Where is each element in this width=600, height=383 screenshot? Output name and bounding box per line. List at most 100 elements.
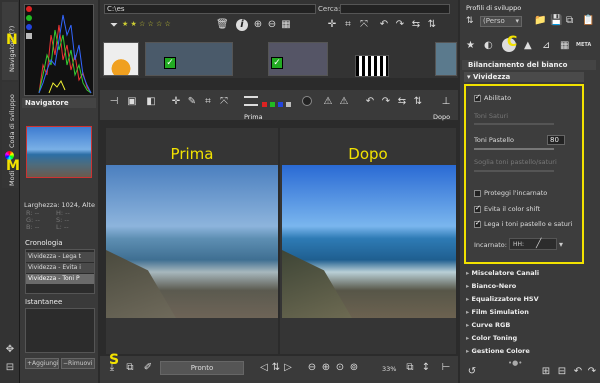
red-channel-icon[interactable] [26,6,32,12]
blue-channel-icon[interactable] [26,24,32,30]
star-tab-icon[interactable]: ★ [466,40,475,51]
qr-thumbnail[interactable] [355,55,389,77]
gray-dot-icon[interactable] [286,102,291,107]
history-item-3[interactable]: Vividezza - Toni P [26,274,94,284]
thumbnail-2[interactable]: ✓ [145,42,233,76]
link-checkbox[interactable] [474,219,481,228]
hand-tool-icon[interactable]: ✛ [170,96,182,108]
detail-tab-icon[interactable]: ▲ [524,40,532,51]
zoom-out-status-icon[interactable]: ⊖ [306,362,318,374]
open-folder-icon[interactable]: 📁 [534,15,546,26]
history-item-2[interactable]: Vividezza - Evita i [26,263,94,273]
avoid-checkbox[interactable] [474,204,481,213]
queue-icon[interactable]: ⧉ [124,362,136,374]
dropdown-icon[interactable]: ▾ [559,240,563,249]
arrows-icon[interactable]: ⇅ [466,16,476,26]
collapse-icon[interactable]: ⊟ [556,366,568,378]
prev-image-icon[interactable]: ◁ [258,362,270,374]
flip-h-icon[interactable]: ⇆ [410,19,422,31]
saturated-slider[interactable] [474,123,554,125]
transform-tab-icon[interactable]: ⊿ [542,40,550,51]
rotate-right-icon[interactable]: ↷ [394,19,406,31]
crop-tool-icon[interactable]: ⌗ [202,96,214,108]
navigator-preview[interactable] [26,126,92,178]
raw-tab-icon[interactable]: ▦ [560,40,569,51]
layout-icon[interactable]: ▦ [280,19,292,31]
zoom-out-icon[interactable]: ⊖ [266,19,278,31]
next-image-icon[interactable]: ▷ [282,362,294,374]
rotate-left-icon[interactable]: ↶ [378,19,390,31]
green-dot-icon[interactable] [270,102,275,107]
threshold-slider[interactable] [474,170,554,172]
enabled-row[interactable]: Abilitato [474,93,511,102]
paste-icon[interactable]: 📋 [582,15,594,26]
filter-icon[interactable]: ⏷ [108,20,120,32]
search-input[interactable] [340,4,450,14]
save-profile-icon[interactable]: 💾 [550,15,562,26]
pastel-value-input[interactable]: 80 [547,135,565,145]
avoid-row[interactable]: Evita il color shift [474,204,540,213]
develop-queue-tab[interactable]: Coda di sviluppo [2,82,18,152]
trash-icon[interactable]: 🗑 [216,19,229,31]
enabled-checkbox[interactable] [474,93,481,102]
history-item-1[interactable]: Vividezza - Lega t [26,252,94,262]
path-field[interactable]: C:\es [104,4,316,14]
zoom-in-status-icon[interactable]: ⊕ [320,362,332,374]
vividness-header[interactable]: ▾ Vividezza [464,72,584,82]
sync-icon[interactable]: ⇅ [270,362,282,374]
zoom-100-icon[interactable]: ⊚ [348,362,360,374]
flip-h-tool-icon[interactable]: ⇆ [396,96,408,108]
protect-row[interactable]: Proteggi l'incarnato [474,189,547,197]
flip-v-icon[interactable]: ⇅ [426,19,438,31]
picker-icon[interactable]: ✎ [186,96,198,108]
new-window-icon[interactable]: ⧉ [404,362,416,374]
white-balance-header[interactable]: Bilanciamento del bianco [462,60,596,70]
add-snapshot-button[interactable]: +Aggiungi [25,358,59,369]
section-channel-mixer[interactable]: Miscelatore Canali [466,268,586,278]
copy-icon[interactable]: ⧉ [566,15,573,26]
link-row[interactable]: Lega i toni pastello e saturi [474,219,572,228]
warning-icon-2[interactable]: ⚠ [338,96,350,108]
flip-v-tool-icon[interactable]: ⇅ [412,96,424,108]
hide-left-icon[interactable]: ⊣ [108,96,120,108]
crop-icon[interactable]: ⌗ [342,19,354,31]
hide-right-panel-icon[interactable]: ⊢ [440,362,452,374]
meta-tab[interactable]: META [576,42,591,48]
preview-icon[interactable]: ▣ [126,96,138,108]
thumbnail-3[interactable]: ✓ [268,42,328,76]
section-film[interactable]: Film Simulation [466,307,586,317]
undo-icon[interactable]: ↶ [572,366,584,378]
profile-select[interactable]: (Perso ▾ [480,16,522,27]
green-channel-icon[interactable] [26,15,32,21]
section-hsv[interactable]: Equalizzatore HSV [466,294,586,304]
zoom-fit-icon[interactable]: ⊙ [334,362,346,374]
straighten-icon[interactable]: ⤧ [218,96,230,108]
focus-mask-icon[interactable] [302,96,312,106]
expand-all-icon[interactable]: ⊞ [540,366,552,378]
rating-stars[interactable]: ★ ★ ☆ ☆ ☆ ☆ [122,20,212,30]
exposure-tab-icon[interactable]: ◐ [484,40,493,51]
reset-icon[interactable]: ↺ [466,366,478,378]
rotate-left-tool-icon[interactable]: ↶ [364,96,376,108]
redo-icon[interactable]: ↷ [586,366,598,378]
warning-icon[interactable]: ⚠ [322,96,334,108]
section-rgb-curves[interactable]: Curve RGB [466,320,586,330]
thumbnail-1[interactable] [103,42,139,76]
before-after-icon[interactable]: ◧ [145,96,157,108]
info-icon[interactable]: i [236,19,248,31]
hide-right-icon[interactable]: ⊥ [440,96,452,108]
protect-checkbox[interactable] [474,189,481,197]
channels-icon[interactable] [244,96,258,106]
transform-icon[interactable]: ⤧ [358,19,370,31]
rotate-right-tool-icon[interactable]: ↷ [380,96,392,108]
crosshair-icon[interactable]: ✥ [4,344,16,356]
remove-snapshot-button[interactable]: −Rimuovi [61,358,95,369]
section-color-toning[interactable]: Color Toning [466,333,586,343]
zoom-in-icon[interactable]: ⊕ [252,19,264,31]
pastel-slider[interactable] [474,148,554,150]
blue-dot-icon[interactable] [278,102,283,107]
section-color-management[interactable]: Gestione Colore [466,346,586,356]
hh-curve-button[interactable]: HH: ╱ [509,238,557,250]
red-dot-icon[interactable] [262,102,267,107]
crosshair-tool-icon[interactable]: ✛ [326,19,338,31]
